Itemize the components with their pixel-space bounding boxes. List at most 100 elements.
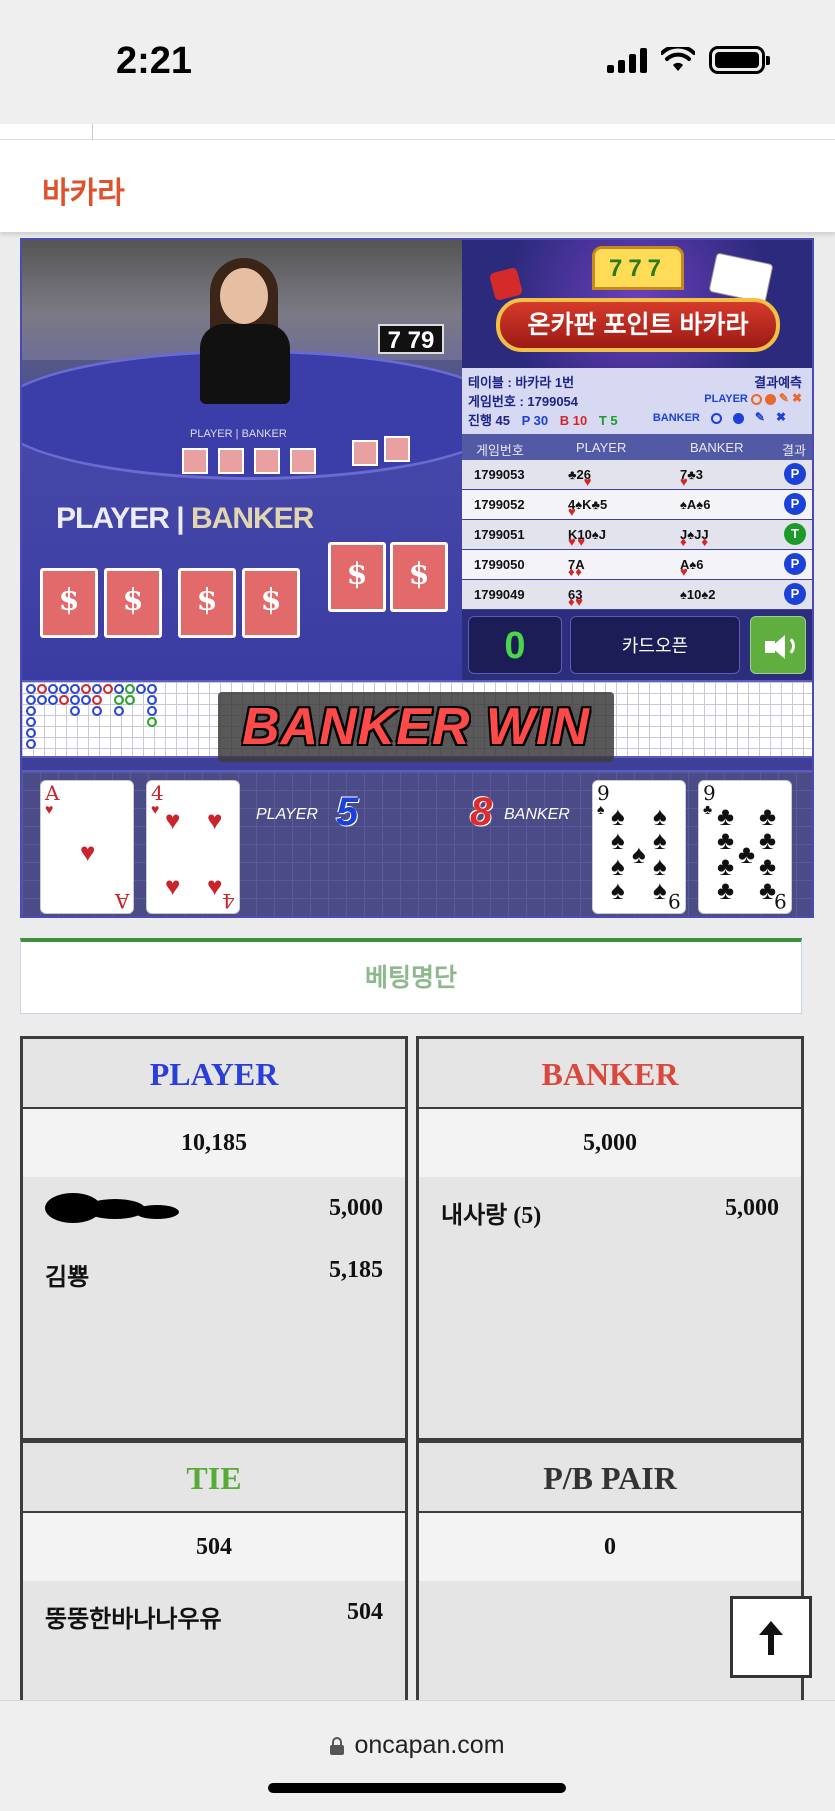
bet-box-total: 5,000 bbox=[419, 1109, 801, 1177]
road-map-marker bbox=[70, 684, 80, 694]
card-rank: 9 bbox=[774, 889, 787, 913]
countdown: 0 bbox=[468, 616, 562, 674]
playing-cards-icon bbox=[708, 252, 774, 304]
deck-card bbox=[390, 542, 448, 612]
predict-banker[interactable]: BANKER ✎ ✖ bbox=[653, 410, 794, 424]
card-pip: ♥ bbox=[80, 837, 96, 867]
road-map-marker bbox=[147, 717, 157, 727]
road-map-marker bbox=[26, 684, 36, 694]
result-badge: P bbox=[784, 553, 806, 575]
pencil-icon: ✎ bbox=[754, 410, 765, 424]
card-pip: ♣ bbox=[717, 875, 735, 905]
bet-box-title: PLAYER bbox=[23, 1039, 405, 1109]
player-score: 5 bbox=[336, 790, 359, 834]
history-game-no: 1799053 bbox=[474, 467, 525, 482]
player-card: A ♥ A ♥ bbox=[40, 780, 134, 914]
road-map-marker bbox=[103, 684, 113, 694]
banker-card: 9 ♣ 9 ♣ ♣ ♣ ♣ ♣ ♣ ♣ ♣ ♣ bbox=[698, 780, 792, 914]
bet-box-banker: BANKER 5,000 내사랑 (5) 5,000 bbox=[416, 1036, 804, 1441]
bet-entries: 내사랑 (5) 5,000 bbox=[419, 1177, 801, 1239]
card-pip: ♥ bbox=[165, 871, 181, 901]
result-badge: T bbox=[784, 523, 806, 545]
road-map-marker bbox=[70, 706, 80, 716]
bet-amount: 5,000 bbox=[725, 1195, 779, 1221]
road-map-marker bbox=[147, 706, 157, 716]
game-info-panel: 777 온카판 포인트 바카라 테이블 : 바카라 1번 결과예측 게임번호 :… bbox=[462, 240, 812, 680]
road-map-marker bbox=[59, 695, 69, 705]
circle-icon bbox=[710, 412, 722, 424]
card-pip: ♥ bbox=[165, 805, 181, 835]
shoe-counter: 7 79 bbox=[378, 324, 444, 354]
slot-machine-icon: 777 bbox=[592, 246, 684, 290]
history-game-no: 1799051 bbox=[474, 527, 525, 542]
close-icon: ✖ bbox=[775, 410, 786, 424]
road-map-marker bbox=[37, 684, 47, 694]
history-banker-cards: ♥ 7♣3 bbox=[680, 467, 703, 489]
circle-icon bbox=[750, 393, 762, 405]
history-player-cards: ♦ 6 ♥ 3 bbox=[568, 587, 583, 609]
control-row: 0 카드오픈 bbox=[462, 610, 812, 680]
scroll-top-button[interactable] bbox=[730, 1596, 812, 1678]
card-rank: A bbox=[114, 889, 129, 913]
card-rank: 4 bbox=[151, 781, 164, 805]
home-indicator[interactable] bbox=[268, 1783, 566, 1793]
game-panel: 7 79 PLAYER | BANKER PLAYER | BANKER 777 bbox=[20, 238, 814, 918]
road-map-marker bbox=[147, 684, 157, 694]
arrow-up-icon bbox=[759, 1621, 783, 1655]
road-map-marker bbox=[48, 695, 58, 705]
result-badge: P bbox=[784, 463, 806, 485]
card-suit: ♥ bbox=[45, 801, 54, 817]
bet-box-title: BANKER bbox=[419, 1039, 801, 1109]
live-video: 7 79 PLAYER | BANKER PLAYER | BANKER bbox=[22, 240, 462, 680]
dealer bbox=[220, 268, 268, 324]
card-open-button[interactable]: 카드오픈 bbox=[570, 616, 740, 674]
card-pip: ♠ bbox=[611, 875, 625, 905]
progress-count: 진행 45 bbox=[468, 413, 510, 428]
bet-box-total: 10,185 bbox=[23, 1109, 405, 1177]
betting-list-title: 베팅명단 bbox=[364, 964, 457, 992]
history-banker-cards: ♦ J♠J ♦ J bbox=[680, 527, 709, 549]
card-pip: ♥ bbox=[207, 805, 223, 835]
history-game-no: 1799049 bbox=[474, 587, 525, 602]
bet-box-total: 0 bbox=[419, 1513, 801, 1581]
road-map-marker bbox=[26, 695, 36, 705]
dot-icon bbox=[764, 393, 776, 405]
predict-player[interactable]: PLAYER ✎ ✖ bbox=[704, 391, 802, 405]
road-map-marker bbox=[125, 695, 135, 705]
history-banker-cards: ♥ A♠6 bbox=[680, 557, 704, 579]
table-small-label: PLAYER | BANKER bbox=[190, 428, 287, 440]
road-map-marker bbox=[136, 684, 146, 694]
road-map-marker bbox=[70, 695, 80, 705]
address-bar[interactable]: oncapan.com bbox=[0, 1731, 835, 1760]
history-player-cards: ♦ 7 ♦ A bbox=[568, 557, 585, 579]
card-pip: ♣ bbox=[738, 839, 756, 869]
road-map-marker bbox=[92, 684, 102, 694]
predict-label: 결과예측 bbox=[754, 375, 802, 390]
deck-card bbox=[242, 568, 300, 638]
win-banner: BANKER WIN bbox=[218, 692, 614, 762]
dice-icon bbox=[488, 266, 524, 302]
bet-entry: 뚱뚱한바나나우유 504 bbox=[45, 1581, 383, 1643]
sound-button[interactable] bbox=[750, 616, 806, 674]
banker-win-count: B 10 bbox=[559, 413, 588, 428]
bet-box-tie: TIE 504 뚱뚱한바나나우유 504 bbox=[20, 1440, 408, 1710]
status-bar: 2:21 bbox=[0, 0, 835, 124]
history-row: 1799052 ♥ 4♠K♣5 ♠A♠6 P bbox=[462, 490, 812, 519]
deck-card bbox=[104, 568, 162, 638]
pb-label: PLAYER | BANKER bbox=[56, 502, 314, 535]
road-map-marker bbox=[26, 717, 36, 727]
page: 2:21 바카라 7 79 PLAYER | BANKER PLAYER | B… bbox=[0, 0, 835, 1811]
road-map-marker bbox=[26, 728, 36, 738]
result-badge: P bbox=[784, 583, 806, 605]
bet-amount: 504 bbox=[347, 1599, 383, 1625]
bet-entries: 뚱뚱한바나나우유 504 bbox=[23, 1581, 405, 1643]
road-map-marker bbox=[114, 695, 124, 705]
history-banker-cards: ♠A♠6 bbox=[680, 497, 711, 512]
road-map-marker bbox=[92, 706, 102, 716]
bet-entry: 내사랑 (5) 5,000 bbox=[441, 1177, 779, 1239]
lock-icon bbox=[330, 1737, 345, 1755]
card-rank: 9 bbox=[703, 781, 716, 805]
dealt-cards: A ♥ A ♥ 4 ♥ 4 ♥ ♥ ♥ ♥ PLAYER 5 8 BANKER 9 ♠ 9 ♠ ♠ ♠ ♠ ♠ ♠ ♠… bbox=[22, 770, 812, 916]
history-player-cards: ♣2 ♥ 6 bbox=[568, 467, 592, 489]
bet-box-total: 504 bbox=[23, 1513, 405, 1581]
